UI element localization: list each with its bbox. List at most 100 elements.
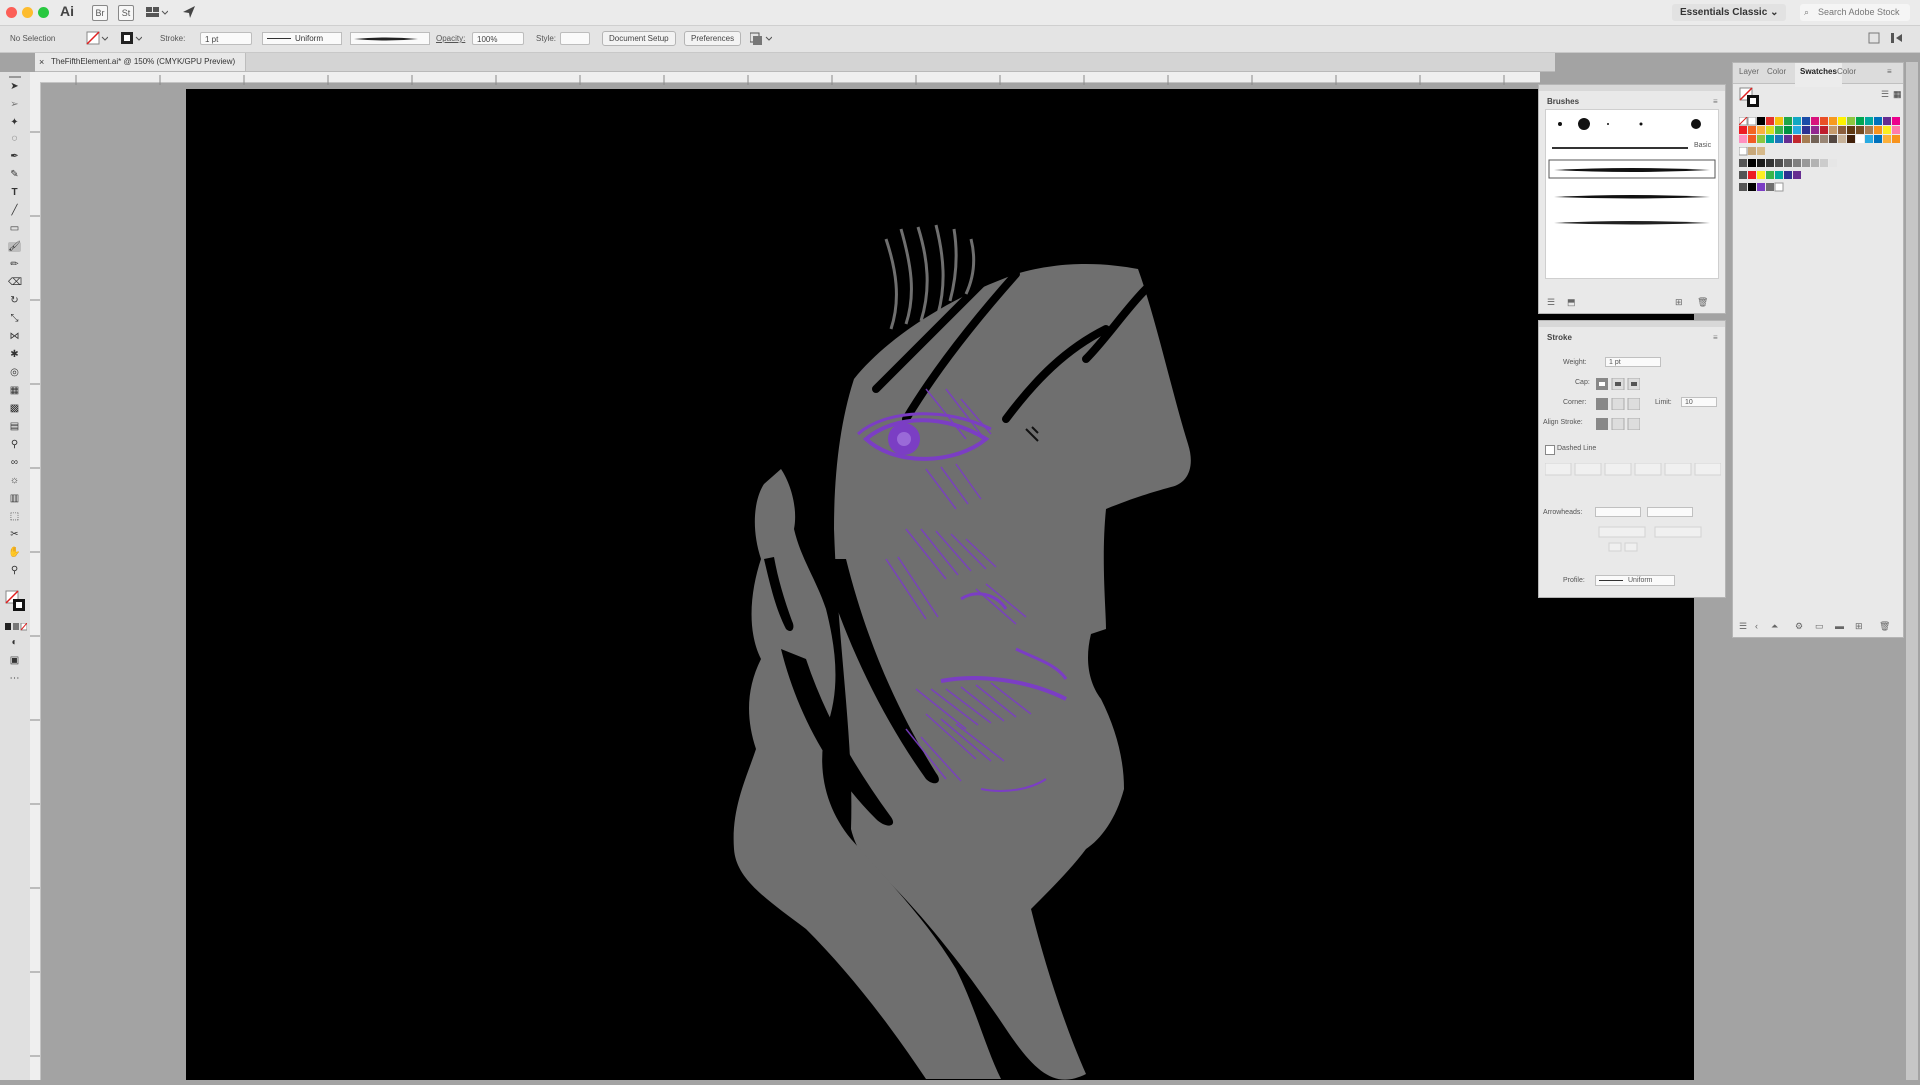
puppet-warp-tool-icon[interactable]: ✱ bbox=[8, 350, 21, 360]
show-kinds-icon[interactable]: ⏶ bbox=[1771, 621, 1778, 632]
start-arrowhead-select[interactable] bbox=[1595, 507, 1641, 517]
brush-stroke-1[interactable] bbox=[1554, 168, 1710, 172]
hand-tool-icon[interactable]: ✋ bbox=[8, 548, 21, 558]
workspace-switcher[interactable]: Essentials Classic ⌄ bbox=[1672, 4, 1787, 21]
panel-options-icon[interactable] bbox=[1868, 32, 1880, 46]
collapse-panels-icon[interactable] bbox=[1890, 32, 1904, 46]
panel-grip[interactable] bbox=[1539, 85, 1725, 91]
preferences-button[interactable]: Preferences bbox=[684, 31, 742, 46]
stroke-panel-title[interactable]: Stroke bbox=[1547, 333, 1572, 342]
slice-tool-icon[interactable]: ✂ bbox=[8, 530, 21, 540]
new-brush-icon[interactable]: ⊞ bbox=[1675, 297, 1683, 308]
draw-mode-icon[interactable]: ◐ bbox=[8, 638, 21, 648]
shape-builder-tool-icon[interactable]: ◎ bbox=[8, 368, 21, 378]
selection-tool-icon[interactable]: ➤ bbox=[8, 82, 21, 92]
width-tool-icon[interactable]: ⋈ bbox=[8, 332, 21, 342]
panel-menu-icon[interactable]: ≡ bbox=[1713, 333, 1718, 342]
swatch-groups[interactable] bbox=[1739, 147, 1901, 207]
curvature-tool-icon[interactable]: ✎ bbox=[8, 170, 21, 180]
delete-brush-icon[interactable]: 🗑 bbox=[1697, 297, 1708, 308]
brush-dot-medium[interactable] bbox=[1691, 119, 1701, 129]
brush-dot-small[interactable] bbox=[1558, 122, 1562, 126]
new-swatch-icon[interactable]: ⊞ bbox=[1855, 621, 1863, 632]
perspective-grid-tool-icon[interactable]: ▦ bbox=[8, 386, 21, 396]
tab-color-guide[interactable]: Color bbox=[1837, 67, 1856, 76]
brush-definition-select[interactable] bbox=[350, 32, 430, 45]
style-select[interactable] bbox=[560, 32, 590, 45]
artboard[interactable] bbox=[186, 89, 1694, 1080]
opacity-label[interactable]: Opacity: bbox=[436, 34, 465, 43]
new-color-group-icon[interactable]: ▭ bbox=[1815, 621, 1824, 632]
panel-dock-edge[interactable] bbox=[1906, 62, 1918, 1080]
align-stroke-buttons[interactable] bbox=[1596, 417, 1641, 435]
arrange-icon[interactable] bbox=[749, 32, 773, 47]
close-window-button[interactable] bbox=[6, 7, 17, 18]
list-view-icon[interactable]: ☰ bbox=[1881, 89, 1889, 100]
color-mode-icons[interactable] bbox=[5, 618, 28, 636]
screen-mode-icon[interactable]: ▣ bbox=[8, 656, 21, 666]
toolbar-grip[interactable] bbox=[9, 76, 21, 78]
swatch-libraries-icon[interactable]: ☰ bbox=[1739, 621, 1747, 632]
limit-field[interactable]: 10 bbox=[1681, 397, 1717, 407]
lasso-tool-icon[interactable]: ◌ bbox=[8, 134, 21, 144]
artboard-tool-icon[interactable]: ⬚ bbox=[8, 512, 21, 522]
artwork[interactable] bbox=[186, 89, 1694, 1080]
eyedropper-tool-icon[interactable]: ⚲ bbox=[8, 440, 21, 450]
gradient-tool-icon[interactable]: ▤ bbox=[8, 422, 21, 432]
stroke-weight-field[interactable]: 1 pt bbox=[200, 32, 252, 45]
brush-stroke-2[interactable] bbox=[1554, 195, 1710, 199]
libraries-panel-icon[interactable]: ⬒ bbox=[1567, 297, 1576, 308]
type-tool-icon[interactable]: T bbox=[8, 188, 21, 198]
libraries-icon[interactable]: ‹ bbox=[1755, 621, 1758, 631]
vertical-ruler[interactable] bbox=[30, 82, 41, 1080]
symbol-sprayer-tool-icon[interactable]: ☼ bbox=[8, 476, 21, 486]
rotate-tool-icon[interactable]: ↻ bbox=[8, 296, 21, 306]
close-icon[interactable]: × bbox=[39, 53, 44, 71]
tab-swatches[interactable]: Swatches bbox=[1795, 63, 1842, 87]
line-segment-tool-icon[interactable]: ╱ bbox=[8, 206, 21, 216]
brush-libraries-icon[interactable]: ☰ bbox=[1547, 297, 1555, 308]
fill-swatch-icon[interactable] bbox=[86, 31, 109, 47]
paintbrush-tool-icon[interactable]: 🖌 bbox=[8, 242, 21, 252]
corner-buttons[interactable] bbox=[1596, 397, 1641, 415]
arrange-documents-icon[interactable] bbox=[146, 5, 169, 19]
brush-dot-large[interactable] bbox=[1578, 118, 1590, 130]
brushes-panel-title[interactable]: Brushes bbox=[1547, 97, 1579, 106]
pencil-tool-icon[interactable]: ✏ bbox=[8, 260, 21, 270]
zoom-window-button[interactable] bbox=[38, 7, 49, 18]
panel-grip[interactable] bbox=[1539, 321, 1725, 327]
thumbnail-view-icon[interactable]: ▦ bbox=[1893, 89, 1902, 100]
document-setup-button[interactable]: Document Setup bbox=[602, 31, 676, 46]
panel-menu-icon[interactable]: ≡ bbox=[1887, 67, 1892, 76]
rectangle-tool-icon[interactable]: ▭ bbox=[8, 224, 21, 234]
tab-layers[interactable]: Layer bbox=[1739, 67, 1759, 76]
cap-buttons[interactable] bbox=[1596, 377, 1641, 395]
document-tab[interactable]: × TheFifthElement.ai* @ 150% (CMYK/GPU P… bbox=[35, 53, 247, 71]
folder-icon[interactable]: ▬ bbox=[1835, 621, 1844, 631]
dashed-line-checkbox[interactable] bbox=[1545, 445, 1555, 455]
weight-field[interactable]: 1 pt bbox=[1605, 357, 1661, 367]
end-arrowhead-select[interactable] bbox=[1647, 507, 1693, 517]
brush-dot-mini[interactable] bbox=[1639, 122, 1643, 126]
panel-menu-icon[interactable]: ≡ bbox=[1713, 97, 1718, 106]
stroke-swatch-icon[interactable] bbox=[120, 31, 143, 47]
swatch-options-icon[interactable]: ⚙ bbox=[1795, 621, 1803, 632]
minimize-window-button[interactable] bbox=[22, 7, 33, 18]
opacity-field[interactable]: 100% bbox=[472, 32, 524, 45]
fill-stroke-indicator[interactable] bbox=[1739, 87, 1761, 114]
edit-toolbar-icon[interactable]: ⋯ bbox=[8, 674, 21, 684]
zoom-tool-icon[interactable]: ⚲ bbox=[8, 566, 21, 576]
magic-wand-tool-icon[interactable]: ✦ bbox=[8, 118, 21, 128]
column-graph-tool-icon[interactable]: ▥ bbox=[8, 494, 21, 504]
fill-stroke-swatches[interactable] bbox=[5, 590, 27, 619]
profile-select[interactable]: Uniform bbox=[1595, 575, 1675, 586]
scale-tool-icon[interactable]: ⤡ bbox=[8, 314, 21, 324]
brush-stroke-3[interactable] bbox=[1554, 221, 1710, 225]
direct-selection-tool-icon[interactable]: ➢ bbox=[8, 100, 21, 110]
variable-width-profile-select[interactable]: Uniform bbox=[262, 32, 342, 45]
horizontal-ruler[interactable] bbox=[30, 72, 1540, 85]
send-icon[interactable] bbox=[182, 5, 196, 24]
delete-swatch-icon[interactable]: 🗑 bbox=[1879, 621, 1890, 632]
pen-tool-icon[interactable]: ✒ bbox=[8, 152, 21, 162]
brush-dot-tiny[interactable] bbox=[1607, 123, 1609, 125]
